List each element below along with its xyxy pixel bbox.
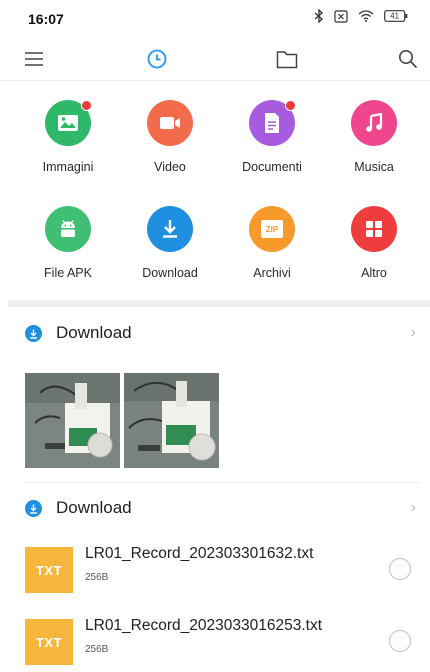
top-toolbar bbox=[0, 36, 430, 84]
zip-icon: ZIP bbox=[249, 206, 295, 252]
wifi-icon bbox=[358, 10, 374, 22]
folder-icon[interactable] bbox=[270, 42, 304, 76]
download-section-header[interactable]: Download › bbox=[0, 316, 430, 352]
grid-icon bbox=[351, 206, 397, 252]
category-label: Documenti bbox=[242, 160, 302, 174]
battery-icon: 41 bbox=[384, 10, 408, 22]
category-badge-dot bbox=[81, 100, 92, 111]
status-icons: 41 bbox=[314, 9, 408, 23]
android-icon bbox=[45, 206, 91, 252]
select-radio-button[interactable] bbox=[389, 558, 411, 580]
category-archives[interactable]: ZIP Archivi bbox=[222, 206, 322, 280]
chevron-right-icon[interactable]: › bbox=[411, 499, 416, 517]
battery-level: 41 bbox=[390, 12, 399, 21]
category-label: Musica bbox=[354, 160, 394, 174]
txt-file-icon: TXT bbox=[25, 547, 73, 593]
category-documents[interactable]: Documenti bbox=[222, 100, 322, 174]
image-icon bbox=[45, 100, 92, 146]
search-icon[interactable] bbox=[391, 42, 425, 76]
chevron-right-icon[interactable]: › bbox=[411, 324, 416, 342]
file-name: LR01_Record_202303301632.txt bbox=[85, 545, 314, 562]
category-video[interactable]: Video bbox=[120, 100, 220, 174]
status-bar: 16:07 41 bbox=[0, 0, 430, 36]
video-camera-icon bbox=[147, 100, 193, 146]
category-images[interactable]: Immagini bbox=[18, 100, 118, 174]
file-name: LR01_Record_2023033016253.txt bbox=[85, 617, 322, 634]
toolbar-divider bbox=[0, 80, 430, 81]
file-size: 256B bbox=[85, 572, 109, 583]
category-download[interactable]: Download bbox=[120, 206, 220, 280]
section-divider bbox=[25, 482, 420, 483]
category-label: File APK bbox=[44, 266, 92, 280]
music-note-icon bbox=[351, 100, 397, 146]
download-icon bbox=[25, 500, 42, 517]
category-badge-dot bbox=[285, 100, 296, 111]
status-time: 16:07 bbox=[28, 11, 64, 27]
category-label: Video bbox=[154, 160, 186, 174]
download-icon bbox=[147, 206, 193, 252]
txt-file-icon: TXT bbox=[25, 619, 73, 665]
file-size: 256B bbox=[85, 644, 109, 655]
zip-icon-text: ZIP bbox=[265, 224, 279, 234]
no-sim-icon bbox=[334, 9, 348, 23]
section-title: Download bbox=[56, 323, 132, 342]
image-thumbnail[interactable] bbox=[25, 373, 120, 468]
category-label: Altro bbox=[361, 266, 387, 280]
category-apk-files[interactable]: File APK bbox=[18, 206, 118, 280]
section-title: Download bbox=[56, 498, 132, 517]
category-music[interactable]: Musica bbox=[324, 100, 424, 174]
download-icon bbox=[25, 325, 42, 342]
category-other[interactable]: Altro bbox=[324, 206, 424, 280]
image-thumbnail[interactable] bbox=[124, 373, 219, 468]
bluetooth-icon bbox=[314, 9, 324, 23]
clock-icon[interactable] bbox=[140, 42, 174, 76]
file-list-item[interactable]: TXT LR01_Record_202303301632.txt 256B bbox=[0, 540, 430, 600]
hamburger-menu-icon[interactable] bbox=[17, 42, 51, 76]
category-label: Download bbox=[142, 266, 198, 280]
file-list-item[interactable]: TXT LR01_Record_2023033016253.txt 256B bbox=[0, 612, 430, 672]
category-label: Immagini bbox=[42, 160, 94, 174]
section-divider bbox=[8, 300, 430, 307]
select-radio-button[interactable] bbox=[389, 630, 411, 652]
document-icon bbox=[249, 100, 296, 146]
category-label: Archivi bbox=[253, 266, 291, 280]
download-section-header[interactable]: Download › bbox=[0, 491, 430, 527]
